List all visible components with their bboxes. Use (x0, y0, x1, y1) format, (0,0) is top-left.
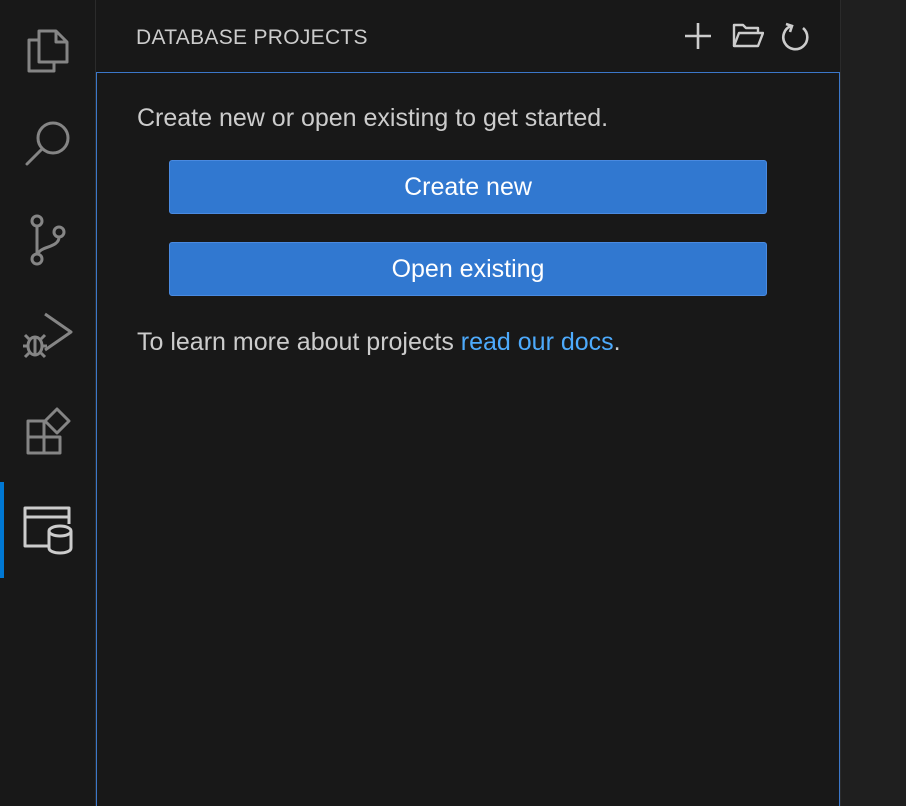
activity-item-run-debug[interactable] (0, 288, 95, 384)
welcome-view: Create new or open existing to get start… (96, 72, 840, 806)
extensions-icon (23, 407, 73, 457)
app-window: DATABASE PROJECTS Create new or open exi… (0, 0, 906, 806)
open-existing-button[interactable]: Open existing (169, 242, 767, 296)
welcome-message: Create new or open existing to get start… (137, 104, 609, 132)
read-docs-link[interactable]: read our docs (461, 328, 614, 356)
run-debug-icon (21, 308, 75, 364)
sidebar-header: DATABASE PROJECTS (96, 0, 840, 72)
refresh-button[interactable] (776, 18, 816, 58)
database-project-icon (21, 504, 75, 556)
learn-more-prefix: To learn more about projects (137, 328, 461, 356)
learn-more-suffix: . (613, 328, 621, 356)
folder-open-icon (732, 22, 765, 55)
activity-item-source-control[interactable] (0, 192, 95, 288)
activity-item-search[interactable] (0, 96, 95, 192)
files-icon (23, 22, 73, 74)
learn-more-text: To learn more about projects read our do… (137, 327, 621, 357)
activity-item-extensions[interactable] (0, 384, 95, 480)
source-control-icon (22, 212, 74, 268)
plus-icon (683, 21, 713, 56)
create-new-button[interactable]: Create new (169, 160, 767, 214)
sidebar-database-projects: DATABASE PROJECTS Create new or open exi… (96, 0, 840, 806)
search-icon (22, 118, 74, 170)
activity-item-explorer[interactable] (0, 0, 95, 96)
editor-area (840, 0, 906, 806)
refresh-icon (781, 21, 811, 56)
activity-item-database-projects[interactable] (0, 482, 95, 578)
open-project-button[interactable] (728, 18, 768, 58)
new-project-button[interactable] (678, 18, 718, 58)
activity-bar (0, 0, 96, 806)
sidebar-title: DATABASE PROJECTS (136, 26, 368, 49)
